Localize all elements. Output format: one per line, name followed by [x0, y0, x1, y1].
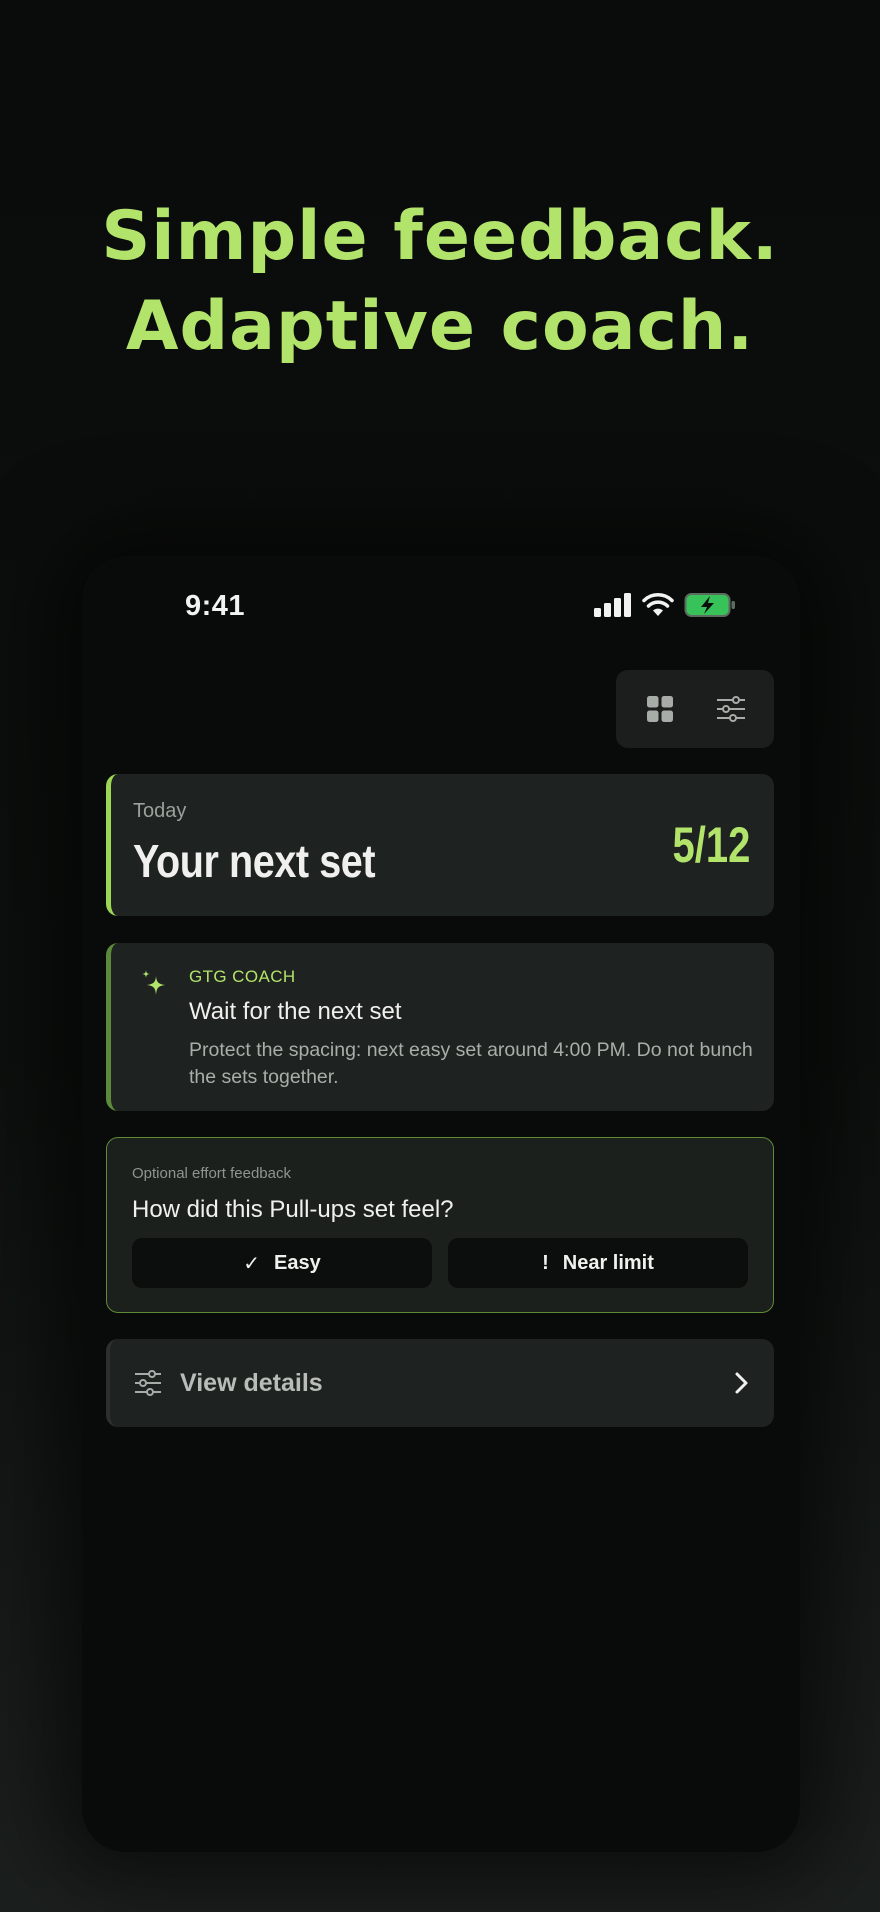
today-label: Today [133, 800, 187, 822]
grid-icon [646, 696, 673, 722]
status-time: 9:41 [185, 590, 246, 622]
battery-charging-icon [684, 593, 735, 617]
next-set-title: Your next set [133, 835, 376, 887]
feedback-label: Optional effort feedback [132, 1165, 291, 1182]
feedback-question: How did this Pull-ups set feel? [132, 1196, 454, 1223]
phone-frame: 9:41 Today Your next set 5/12 GTG COACH … [82, 556, 800, 1852]
today-card[interactable]: Today Your next set 5/12 [106, 774, 774, 916]
headline-line-1: Simple feedback. [101, 197, 779, 276]
sliders-icon [135, 1370, 161, 1396]
screen: Simple feedback. Adaptive coach. 9:41 To… [0, 0, 880, 1912]
feedback-card: Optional effort feedback How did this Pu… [106, 1137, 774, 1313]
coach-message: Protect the spacing: next easy set aroun… [189, 1039, 753, 1088]
set-progress: 5/12 [672, 817, 750, 873]
view-details-button[interactable]: View details [106, 1339, 774, 1427]
near-limit-label: Near limit [562, 1251, 654, 1274]
signal-icon [594, 593, 631, 617]
near-limit-button[interactable]: ! Near limit [448, 1238, 748, 1288]
view-details-label: View details [180, 1369, 323, 1397]
headline: Simple feedback. Adaptive coach. [0, 192, 880, 372]
check-icon: ✓ [243, 1252, 261, 1275]
settings-button[interactable] [701, 679, 761, 739]
sliders-icon [716, 696, 745, 722]
coach-title: Wait for the next set [189, 998, 402, 1025]
status-icons [594, 592, 736, 618]
chevron-right-icon [735, 1372, 748, 1394]
toolbar [616, 670, 774, 748]
easy-label: Easy [274, 1251, 321, 1274]
headline-line-2: Adaptive coach. [125, 287, 755, 366]
grid-button[interactable] [630, 679, 690, 739]
exclamation-icon: ! [542, 1251, 549, 1274]
sparkle-icon [142, 970, 165, 995]
coach-card: GTG COACH Wait for the next set Protect … [106, 943, 774, 1111]
wifi-icon [642, 593, 674, 616]
easy-button[interactable]: ✓ Easy [132, 1238, 432, 1288]
coach-label: GTG COACH [189, 967, 296, 986]
